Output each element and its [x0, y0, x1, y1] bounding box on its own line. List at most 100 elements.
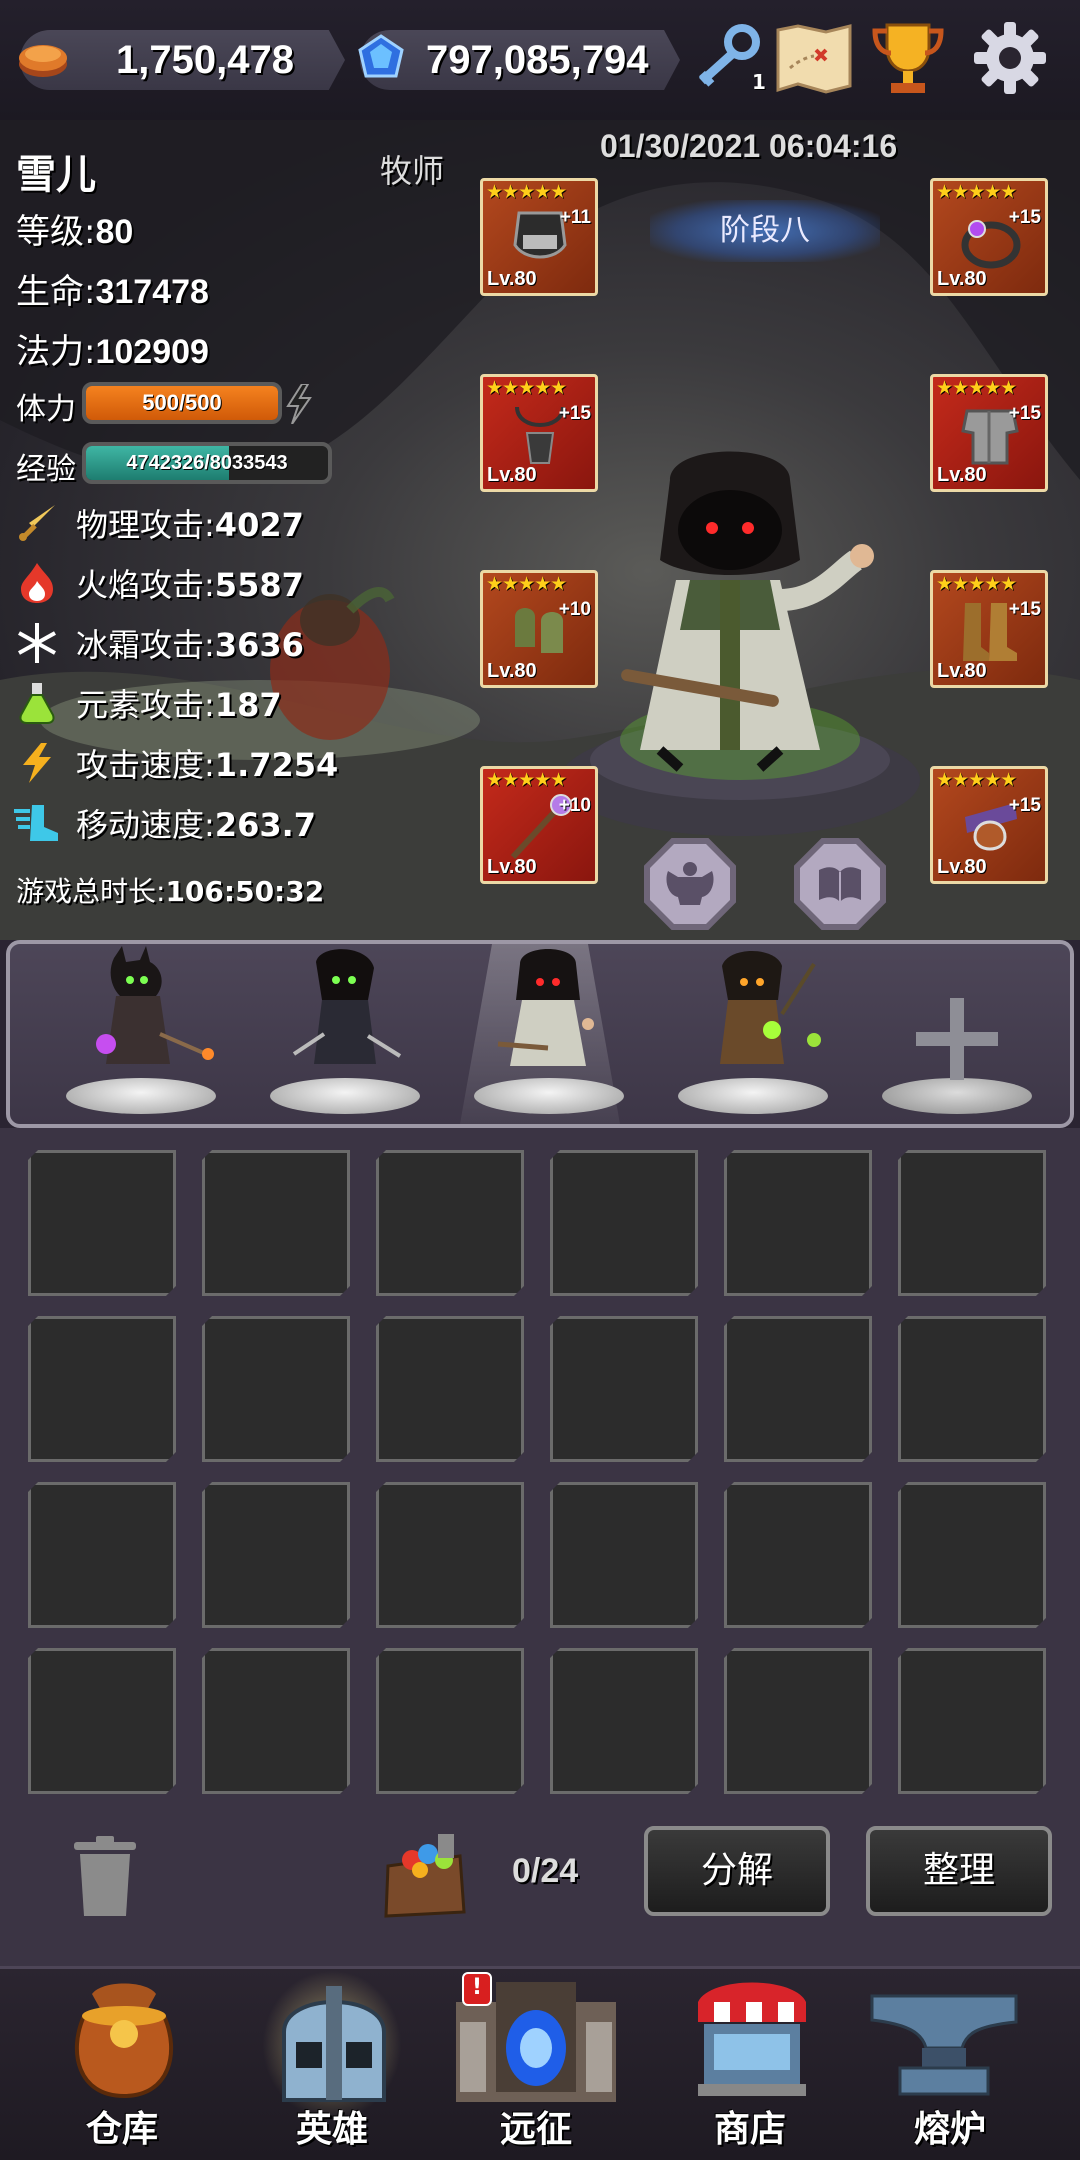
star-rating: ★★★★★ [486, 573, 567, 595]
inventory-slot[interactable] [202, 1648, 350, 1794]
star-rating: ★★★★★ [486, 769, 567, 791]
enhance-level: +15 [1008, 403, 1041, 424]
hero-priest-figure [497, 949, 594, 1066]
hero-name: 雪儿 [16, 152, 96, 198]
equip-slot-amulet[interactable]: ★★★★★ +15 Lv.80 [480, 374, 598, 492]
inventory-slot[interactable] [550, 1648, 698, 1794]
nav-forge[interactable]: 熔炉 [860, 1970, 1040, 2156]
bag-icon [75, 1983, 173, 2099]
sword-icon [12, 498, 62, 548]
nav-label: 英雄 [295, 2109, 368, 2150]
stage-badge[interactable]: 阶段八 [650, 200, 880, 262]
item-level: Lv.80 [487, 856, 537, 878]
equip-slot-head[interactable]: ★★★★★ +11 Lv.80 [480, 178, 598, 296]
inventory-slot[interactable] [202, 1150, 350, 1296]
nav-shop[interactable]: 商店 [660, 1970, 840, 2156]
nav-hero[interactable]: 英雄 [242, 1970, 422, 2156]
stamina-bar: 500/500 [82, 382, 282, 424]
inventory-slot[interactable] [28, 1316, 176, 1462]
equip-slot-boots[interactable]: ★★★★★ +15 Lv.80 [930, 570, 1048, 688]
inventory-slot[interactable] [376, 1316, 524, 1462]
inventory-slot[interactable] [898, 1482, 1046, 1628]
hero-slot-4[interactable] [668, 944, 828, 1124]
sort-button[interactable]: 整理 [866, 1826, 1052, 1916]
inventory-slot[interactable] [724, 1316, 872, 1462]
datetime: 01/30/2021 06:04:16 [600, 128, 898, 164]
inventory-slot[interactable] [28, 1648, 176, 1794]
inventory-slot[interactable] [550, 1482, 698, 1628]
enhance-level: +11 [559, 207, 591, 228]
enhance-level: +10 [558, 599, 591, 620]
attr-label: 物理攻击: [76, 506, 215, 544]
star-rating: ★★★★★ [936, 377, 1017, 399]
priest-hero-figure [621, 451, 874, 772]
item-level: Lv.80 [937, 856, 987, 878]
nav-label: 熔炉 [913, 2109, 986, 2150]
inventory-slot[interactable] [550, 1316, 698, 1462]
attr-label: 火焰攻击: [76, 566, 215, 604]
helmet-icon [282, 1986, 386, 2102]
key-count: 1 [752, 70, 766, 94]
enhance-level: +10 [558, 795, 591, 816]
trophy-icon[interactable] [866, 16, 950, 100]
equip-slot-ring[interactable]: ★★★★★ +15 Lv.80 [930, 178, 1048, 296]
star-rating: ★★★★★ [936, 181, 1017, 203]
gold-value: 1,750,478 [116, 38, 294, 82]
equip-slot-armor[interactable]: ★★★★★ +15 Lv.80 [930, 374, 1048, 492]
inventory-slot[interactable] [376, 1150, 524, 1296]
inventory-slot[interactable] [376, 1648, 524, 1794]
level-value: 80 [95, 213, 134, 251]
inventory-slot[interactable] [28, 1150, 176, 1296]
hero-slot-2[interactable] [260, 944, 420, 1124]
hero-rogue-figure [292, 949, 402, 1064]
hero-slot-1[interactable] [56, 944, 216, 1124]
inventory-slot[interactable] [724, 1482, 872, 1628]
item-level: Lv.80 [487, 268, 537, 290]
equip-slot-gloves[interactable]: ★★★★★ +10 Lv.80 [480, 570, 598, 688]
attr-value: 1.7254 [214, 746, 339, 784]
inventory-slot[interactable] [28, 1482, 176, 1628]
attr-label: 元素攻击: [76, 686, 215, 724]
add-hero-slot[interactable] [872, 944, 1032, 1124]
hero-slot-3-selected[interactable] [464, 944, 624, 1124]
inventory-slot[interactable] [724, 1150, 872, 1296]
exp-value: 4742326/8033543 [126, 452, 288, 474]
equip-slot-belt[interactable]: ★★★★★ +15 Lv.80 [930, 766, 1048, 884]
playtime: 游戏总时长:106:50:32 [16, 870, 324, 910]
enhance-level: +15 [1008, 795, 1041, 816]
level-label: 等级: [16, 212, 96, 252]
mp-row: 法力:102909 [16, 324, 209, 373]
lightning-icon[interactable] [284, 384, 314, 424]
trash-icon[interactable] [70, 1836, 140, 1918]
inventory-slot[interactable] [898, 1648, 1046, 1794]
inventory-slot[interactable] [724, 1648, 872, 1794]
inventory-slot[interactable] [202, 1316, 350, 1462]
inventory-slot[interactable] [550, 1150, 698, 1296]
attr-value: 4027 [214, 506, 304, 544]
star-rating: ★★★★★ [936, 769, 1017, 791]
nav-expedition[interactable]: ! 远征 [446, 1970, 626, 2156]
equip-slot-weapon[interactable]: ★★★★★ +10 Lv.80 [480, 766, 598, 884]
gear-icon[interactable] [968, 16, 1052, 100]
attr-move-speed: 移动速度:263.7 [12, 798, 316, 848]
plus-icon [916, 998, 998, 1080]
item-level: Lv.80 [937, 660, 987, 682]
shop-icon [698, 1982, 806, 2096]
notification-badge: ! [462, 1972, 492, 2006]
exp-bar: 4742326/8033543 [82, 442, 332, 484]
decompose-button[interactable]: 分解 [644, 1826, 830, 1916]
winged-boot-icon [12, 798, 62, 848]
book-icon [819, 867, 861, 902]
nav-warehouse[interactable]: 仓库 [32, 1970, 212, 2156]
inventory-slot[interactable] [898, 1150, 1046, 1296]
hp-row: 生命:317478 [16, 264, 209, 313]
inventory-slot[interactable] [898, 1316, 1046, 1462]
treasure-map-icon[interactable] [772, 16, 856, 100]
mp-label: 法力: [16, 332, 96, 372]
attr-label: 冰霜攻击: [76, 626, 215, 664]
inventory-slot[interactable] [376, 1482, 524, 1628]
inventory-slot[interactable] [202, 1482, 350, 1628]
mp-value: 102909 [95, 333, 209, 371]
potion-icon [12, 678, 62, 728]
enhance-level: +15 [1008, 207, 1041, 228]
